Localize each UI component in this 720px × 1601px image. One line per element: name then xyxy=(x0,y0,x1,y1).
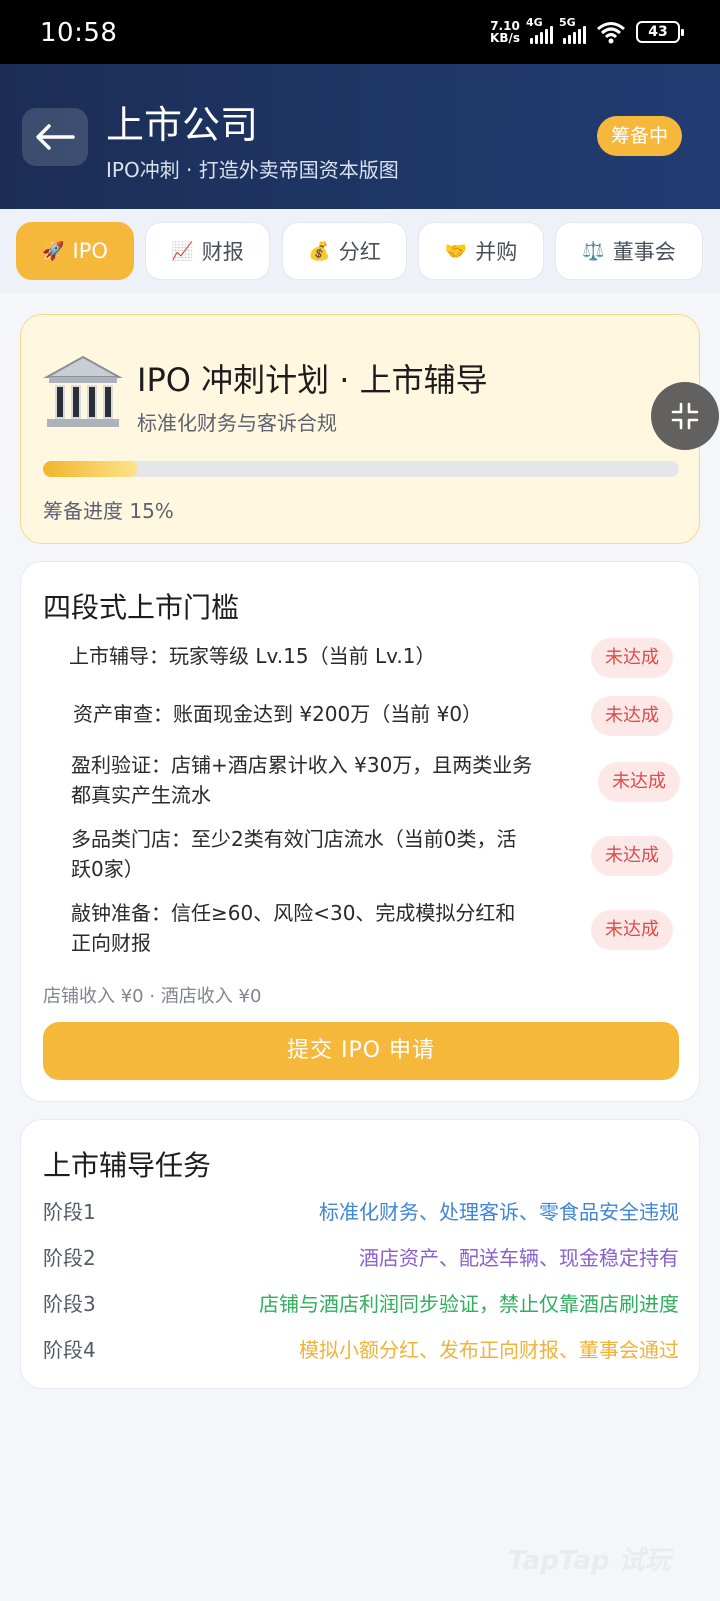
rocket-icon: 🚀 xyxy=(42,240,65,262)
plan-title: IPO 冲刺计划 · 上市辅导 xyxy=(137,361,488,399)
tab-ipo[interactable]: 🚀 IPO xyxy=(16,222,134,280)
income-summary: 店铺收入 ¥0 · 酒店收入 ¥0 xyxy=(43,986,262,1007)
submit-ipo-button[interactable]: 提交 IPO 申请 xyxy=(43,1022,679,1080)
tab-label: 财报 xyxy=(201,240,244,264)
tab-label: IPO xyxy=(72,239,108,263)
task-description: 标准化财务、处理客诉、零食品安全违规 xyxy=(319,1200,679,1224)
listing-tasks-card: 上市辅导任务 阶段1 标准化财务、处理客诉、零食品安全违规 阶段2 酒店资产、配… xyxy=(20,1119,700,1389)
task-description: 模拟小额分红、发布正向财报、董事会通过 xyxy=(299,1338,679,1362)
progress-bar xyxy=(43,461,679,477)
task-stage: 阶段2 xyxy=(43,1246,96,1270)
collapse-arrows-icon xyxy=(671,402,699,430)
progress-fill xyxy=(43,461,139,477)
requirement-item: 上市辅导：玩家等级 Lv.15（当前 Lv.1） 未达成 xyxy=(21,628,701,688)
task-stage: 阶段1 xyxy=(43,1200,96,1224)
bank-building-icon xyxy=(43,355,123,427)
handshake-icon: 🤝 xyxy=(444,240,468,262)
signal-5g-icon: 5G xyxy=(559,16,586,44)
page-subtitle: IPO冲刺 · 打造外卖帝国资本版图 xyxy=(106,158,399,182)
battery-icon: 43 xyxy=(636,21,684,43)
tab-label: 董事会 xyxy=(612,240,676,264)
status-badge: 未达成 xyxy=(591,696,673,736)
status-time: 10:58 xyxy=(40,18,118,48)
requirement-item: 多品类门店：至少2类有效门店流水（当前0类，活 跃0家） 未达成 xyxy=(21,822,701,888)
status-badge: 未达成 xyxy=(591,836,673,876)
back-button[interactable] xyxy=(22,108,88,166)
status-icons: 7.10 KB/s 4G 5G 43 xyxy=(490,16,684,45)
scales-icon: ⚖️ xyxy=(582,240,605,262)
page-header: 上市公司 IPO冲刺 · 打造外卖帝国资本版图 筹备中 xyxy=(0,64,720,209)
status-badge: 未达成 xyxy=(591,910,673,950)
requirement-item: 盈利验证：店铺+酒店累计收入 ¥30万，且两类业务 都真实产生流水 未达成 xyxy=(21,748,701,814)
tab-label: 分红 xyxy=(338,240,381,264)
task-row: 阶段1 标准化财务、处理客诉、零食品安全违规 xyxy=(43,1196,679,1228)
network-speed: 7.10 KB/s xyxy=(490,19,520,45)
listing-threshold-card: 四段式上市门槛 上市辅导：玩家等级 Lv.15（当前 Lv.1） 未达成 资产审… xyxy=(20,561,700,1102)
task-stage: 阶段4 xyxy=(43,1338,96,1362)
requirement-item: 敲钟准备：信任≥60、风险<30、完成模拟分红和 正向财报 未达成 xyxy=(21,896,701,962)
task-description: 店铺与酒店利润同步验证，禁止仅靠酒店刷进度 xyxy=(259,1292,679,1316)
watermark: TapTap 试玩 xyxy=(508,1546,671,1576)
section-title: 上市辅导任务 xyxy=(43,1149,212,1182)
task-row: 阶段2 酒店资产、配送车辆、现金稳定持有 xyxy=(43,1242,679,1274)
status-badge: 筹备中 xyxy=(596,116,682,156)
tab-label: 并购 xyxy=(475,240,518,264)
tab-bar: 🚀 IPO 📈 财报 💰 分红 🤝 并购 ⚖️ 董事会 xyxy=(0,209,720,293)
status-badge: 未达成 xyxy=(591,638,673,678)
wifi-icon xyxy=(597,22,625,44)
requirement-item: 资产审查：账面现金达到 ¥200万（当前 ¥0） 未达成 xyxy=(21,686,701,746)
collapse-floating-button[interactable] xyxy=(651,382,719,450)
tab-merger[interactable]: 🤝 并购 xyxy=(418,222,544,280)
task-row: 阶段4 模拟小额分红、发布正向财报、董事会通过 xyxy=(43,1334,679,1366)
task-stage: 阶段3 xyxy=(43,1292,96,1316)
tab-financial-report[interactable]: 📈 财报 xyxy=(145,222,270,280)
status-badge: 未达成 xyxy=(598,762,680,802)
task-description: 酒店资产、配送车辆、现金稳定持有 xyxy=(359,1246,679,1270)
arrow-left-icon xyxy=(36,124,75,150)
task-row: 阶段3 店铺与酒店利润同步验证，禁止仅靠酒店刷进度 xyxy=(43,1288,679,1320)
progress-label: 筹备进度 15% xyxy=(43,499,174,523)
section-title: 四段式上市门槛 xyxy=(43,591,240,624)
page-title: 上市公司 xyxy=(106,103,259,147)
plan-subtitle: 标准化财务与客诉合规 xyxy=(137,411,337,435)
signal-4g-icon: 4G xyxy=(526,16,553,44)
ipo-plan-card: IPO 冲刺计划 · 上市辅导 标准化财务与客诉合规 筹备进度 15% xyxy=(20,314,700,544)
chart-up-icon: 📈 xyxy=(171,240,194,262)
tab-board[interactable]: ⚖️ 董事会 xyxy=(555,222,703,280)
status-bar: 10:58 7.10 KB/s 4G 5G 43 xyxy=(0,0,720,64)
tab-dividend[interactable]: 💰 分红 xyxy=(282,222,407,280)
money-bag-icon: 💰 xyxy=(308,240,331,262)
